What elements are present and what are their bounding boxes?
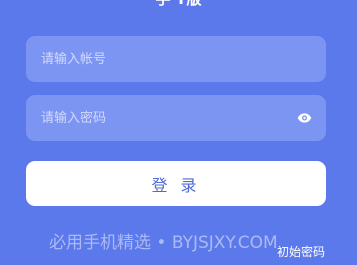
username-input[interactable] bbox=[26, 36, 286, 82]
initial-password-link[interactable]: 初始密码 bbox=[277, 243, 325, 261]
login-button[interactable]: 登 录 bbox=[26, 161, 326, 206]
username-field[interactable] bbox=[26, 36, 326, 82]
eye-icon[interactable] bbox=[297, 111, 312, 125]
password-input[interactable] bbox=[26, 95, 286, 141]
watermark: 必用手机精选 • BYJSJXY.COM bbox=[49, 233, 278, 253]
page-title: 手 Ÿ版 bbox=[0, 0, 357, 9]
password-field[interactable] bbox=[26, 95, 326, 141]
